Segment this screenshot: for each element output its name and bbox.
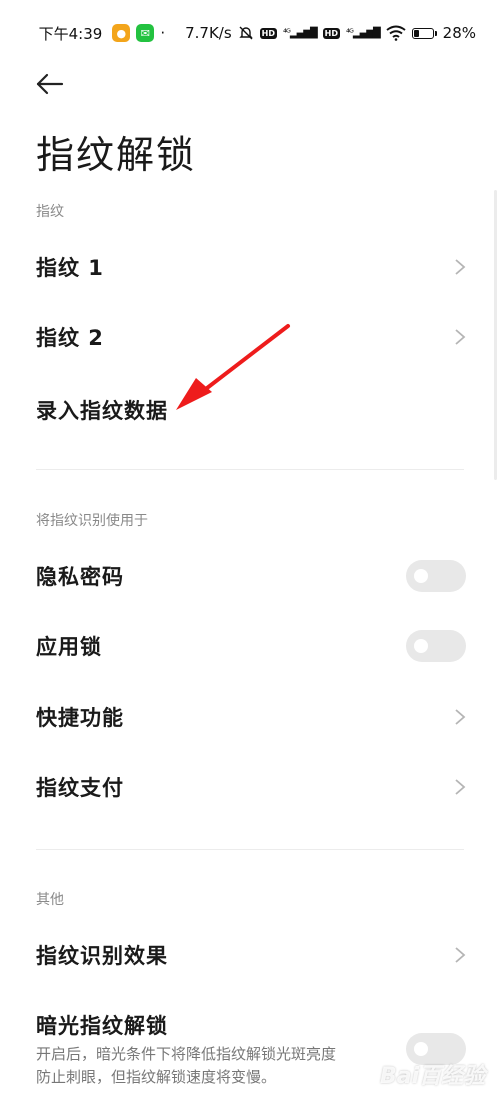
description-line: 开启后，暗光条件下将降低指纹解锁光斑亮度: [36, 1045, 337, 1063]
recognition-effect-label: 指纹识别效果: [36, 944, 168, 968]
wifi-icon: [386, 25, 406, 41]
fingerprint-1-label: 指纹 1: [36, 256, 104, 280]
signal-4g-icon-2: ⁴ᴳ▂▄▆█: [346, 27, 381, 39]
fingerprint-1-item[interactable]: 指纹 1: [0, 234, 500, 300]
recognition-effect-item[interactable]: 指纹识别效果: [0, 922, 500, 988]
back-button[interactable]: [32, 66, 68, 102]
signal-4g-icon: ⁴ᴳ▂▄▆█: [283, 27, 318, 39]
toggle-knob: [414, 1042, 428, 1056]
chevron-right-icon: [455, 329, 466, 345]
low-light-unlock-label: 暗光指纹解锁: [36, 1014, 168, 1038]
privacy-password-label: 隐私密码: [36, 565, 124, 589]
section-title-fingerprints: 指纹: [36, 204, 64, 220]
app-lock-item[interactable]: 应用锁: [0, 613, 500, 679]
status-time: 下午4:39: [38, 24, 103, 43]
enroll-fingerprint-label: 录入指纹数据: [36, 399, 168, 423]
section-title-other: 其他: [36, 892, 64, 908]
cat-app-icon: ●: [112, 24, 131, 42]
toggle-knob: [414, 639, 428, 653]
back-arrow-icon: [36, 73, 64, 95]
shortcut-functions-item[interactable]: 快捷功能: [0, 684, 500, 750]
hd-icon: HD: [259, 27, 277, 39]
low-light-unlock-description: 开启后，暗光条件下将降低指纹解锁光斑亮度 防止刺眼，但指纹解锁速度将变慢。: [36, 1043, 396, 1089]
fingerprint-payment-label: 指纹支付: [36, 776, 124, 800]
battery-percent: 28%: [442, 24, 476, 42]
mute-bell-icon: [238, 26, 253, 40]
watermark-logo: Bai百经验: [380, 1064, 486, 1089]
privacy-password-item[interactable]: 隐私密码: [0, 543, 500, 609]
status-bar: 下午4:39 ● ✉ · 7.7K/s HD ⁴ᴳ▂▄▆█ HD ⁴ᴳ▂▄▆█ …: [0, 0, 500, 66]
chevron-right-icon: [455, 947, 466, 963]
divider: [36, 469, 464, 470]
fingerprint-2-label: 指纹 2: [36, 326, 104, 350]
hd-icon-2: HD: [322, 27, 340, 39]
toggle-knob: [414, 569, 428, 583]
chevron-right-icon: [455, 259, 466, 275]
annotation-arrow-icon: [176, 324, 290, 410]
chevron-right-icon: [455, 709, 466, 725]
network-speed: 7.7K/s: [185, 24, 232, 42]
chevron-right-icon: [455, 779, 466, 795]
section-title-usage: 将指纹识别使用于: [36, 513, 148, 529]
page-title: 指纹解锁: [36, 133, 197, 177]
battery-icon: [411, 27, 437, 39]
dot-separator: ·: [160, 24, 166, 42]
app-lock-toggle[interactable]: [406, 630, 466, 662]
app-lock-label: 应用锁: [36, 635, 102, 659]
fingerprint-payment-item[interactable]: 指纹支付: [0, 754, 500, 820]
shortcut-functions-label: 快捷功能: [36, 706, 124, 730]
privacy-password-toggle[interactable]: [406, 560, 466, 592]
description-line: 防止刺眼，但指纹解锁速度将变慢。: [36, 1068, 277, 1086]
wechat-icon: ✉: [136, 24, 155, 42]
divider: [36, 849, 464, 850]
